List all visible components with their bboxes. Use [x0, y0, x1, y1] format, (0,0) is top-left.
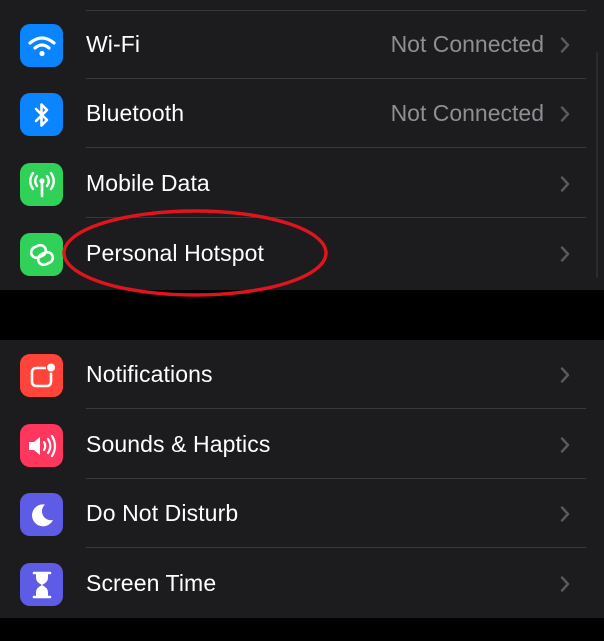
personal-hotspot-row[interactable]: Personal Hotspot [0, 219, 604, 288]
bluetooth-label: Bluetooth [86, 100, 185, 126]
chevron-right-icon [560, 437, 570, 453]
do-not-disturb-row[interactable]: Do Not Disturb [0, 479, 604, 548]
screen-time-row[interactable]: Screen Time [0, 549, 604, 618]
screen-time-label: Screen Time [86, 570, 217, 596]
wifi-icon [20, 24, 63, 67]
notifications-icon [20, 354, 63, 397]
mobile-data-row[interactable]: Mobile Data [0, 149, 604, 218]
speaker-icon [20, 424, 63, 467]
notifications-label: Notifications [86, 361, 213, 387]
antenna-icon [20, 163, 63, 206]
row-divider [86, 408, 586, 409]
moon-icon [20, 493, 63, 536]
do-not-disturb-label: Do Not Disturb [86, 500, 239, 526]
chevron-right-icon [560, 576, 570, 592]
scroll-indicator [596, 52, 598, 278]
connectivity-group: Wi-Fi Not Connected Bluetooth Not Connec… [0, 0, 604, 290]
sounds-haptics-row[interactable]: Sounds & Haptics [0, 410, 604, 479]
chevron-right-icon [560, 176, 570, 192]
chevron-right-icon [560, 506, 570, 522]
row-divider [86, 217, 586, 218]
bluetooth-status: Not Connected [390, 100, 544, 126]
row-divider [86, 547, 586, 548]
chevron-right-icon [560, 37, 570, 53]
settings-screen: Wi-Fi Not Connected Bluetooth Not Connec… [0, 0, 604, 641]
wifi-label: Wi-Fi [86, 31, 141, 57]
wifi-status: Not Connected [390, 31, 544, 57]
row-divider [86, 147, 586, 148]
chevron-right-icon [560, 367, 570, 383]
personal-hotspot-label: Personal Hotspot [86, 240, 265, 266]
general-group: Notifications Sounds & Haptics Do Not Di… [0, 340, 604, 618]
chevron-right-icon [560, 246, 570, 262]
hourglass-icon [20, 563, 63, 606]
chevron-right-icon [560, 106, 570, 122]
mobile-data-label: Mobile Data [86, 170, 210, 196]
wifi-row[interactable]: Wi-Fi Not Connected [0, 10, 604, 79]
bluetooth-icon [20, 93, 63, 136]
sounds-haptics-label: Sounds & Haptics [86, 431, 271, 457]
hotspot-icon [20, 233, 63, 276]
bluetooth-row[interactable]: Bluetooth Not Connected [0, 79, 604, 148]
notifications-row[interactable]: Notifications [0, 340, 604, 409]
